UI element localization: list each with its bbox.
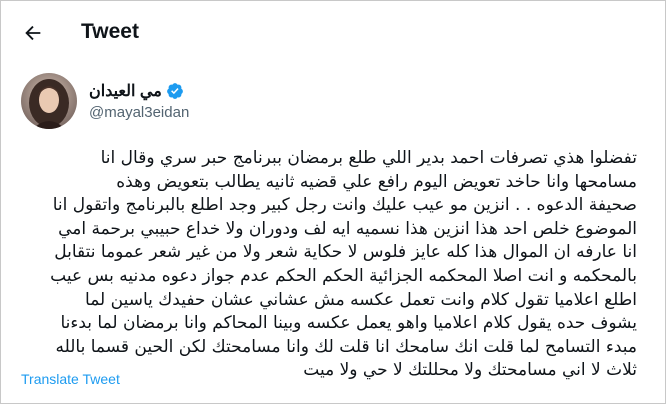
tweet-line: صحيفة الدعوه . . انزين مو عيب عليك وانت … xyxy=(52,195,637,216)
author-name-row: مي العيدان xyxy=(89,81,184,101)
tweet-header: Tweet xyxy=(1,1,665,65)
tweet-line: مبدء التسامح لما قلت انك سامحك انا قلت ل… xyxy=(55,336,637,357)
tweet-line: مسامحها وانا حاخد تعويض اليوم رافع علي ق… xyxy=(116,171,637,192)
tweet-line: انا عارفه ان الموال هذا كله عايز فلوس لا… xyxy=(54,242,637,263)
verified-badge-icon xyxy=(166,83,183,99)
avatar[interactable] xyxy=(21,73,77,129)
tweet-page: Tweet مي العيدان @mayal3eidan تفضلوا هذي… xyxy=(0,0,666,404)
author-block[interactable]: مي العيدان @mayal3eidan xyxy=(21,73,221,129)
tweet-line: تفضلوا هذي تصرفات احمد بدير اللي طلع برم… xyxy=(100,148,637,168)
tweet-line: بالمحكمه و انت اصلا المحكمه الجزائية الح… xyxy=(50,265,637,286)
author-display-name[interactable]: مي العيدان xyxy=(89,81,162,101)
tweet-line: اطلع اعلاميا تقول كلام وانت تعمل عكسه مش… xyxy=(85,289,637,310)
tweet-text: تفضلوا هذي تصرفات احمد بدير اللي طلع برم… xyxy=(17,147,637,383)
back-button[interactable] xyxy=(19,19,47,47)
tweet-line: الموضوع خلص احد هذا انزين هذا نسميه ايه … xyxy=(58,218,637,239)
arrow-left-icon xyxy=(25,25,41,41)
translate-tweet-link[interactable]: Translate Tweet xyxy=(21,371,120,387)
page-title: Tweet xyxy=(81,20,139,43)
tweet-line: يشوف حده يقول كلام اعلاميا واهو يعمل عكس… xyxy=(60,313,637,334)
author-handle[interactable]: @mayal3eidan xyxy=(89,104,189,121)
